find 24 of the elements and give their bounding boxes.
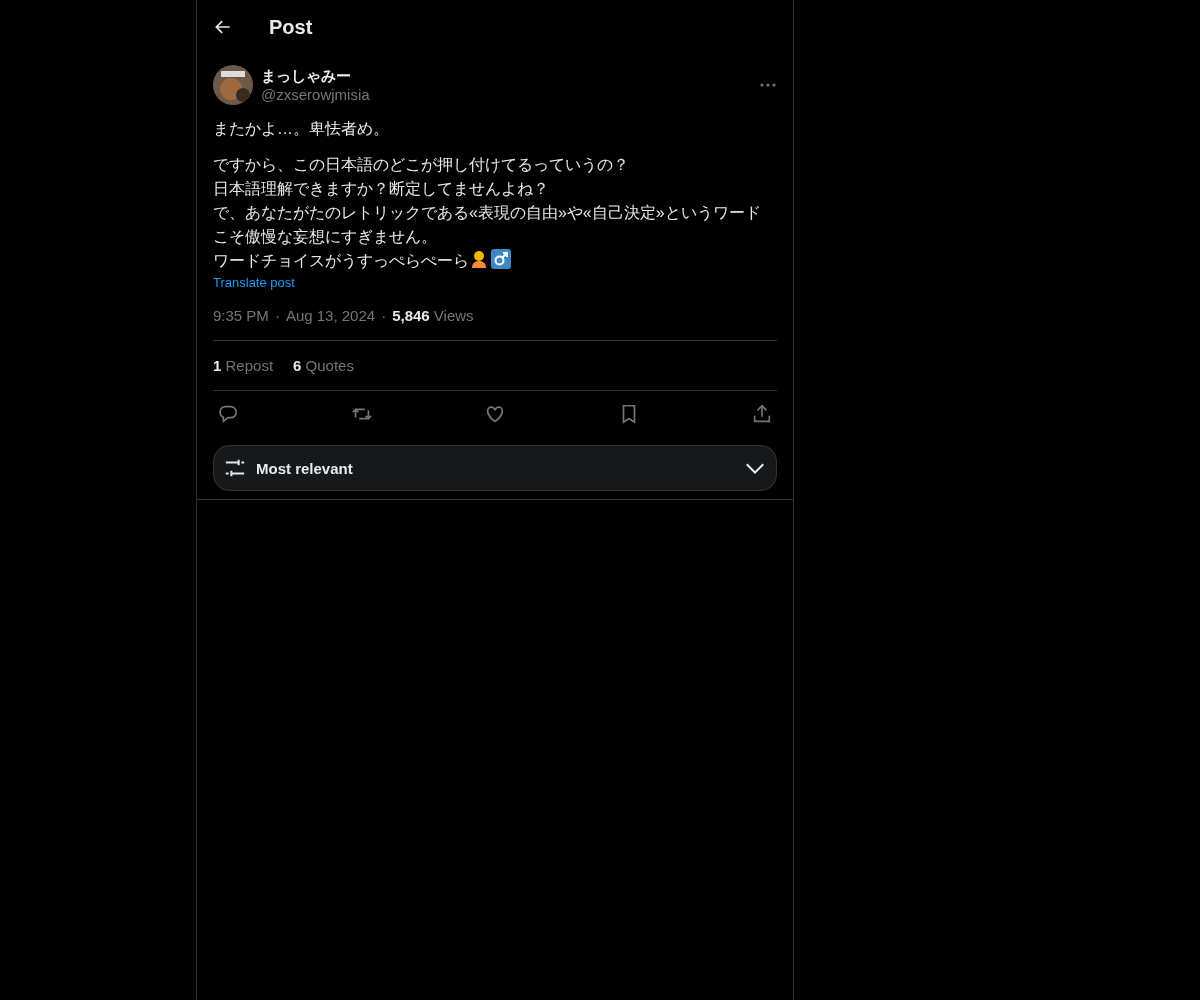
post-time[interactable]: 9:35 PM bbox=[213, 307, 269, 324]
post-text: 日本語理解できますか？断定してませんよね？ bbox=[213, 179, 550, 199]
post-text: で、あなたがたのレトリックである«表現の自由»や«自己決定»というワードこそ傲慢な妄想にすぎません。 bbox=[213, 203, 762, 247]
post-date[interactable]: Aug 13, 2024 bbox=[285, 307, 376, 324]
avatar[interactable] bbox=[213, 65, 253, 105]
speech-bubble-icon[interactable] bbox=[217, 403, 239, 425]
heart-icon[interactable] bbox=[484, 403, 506, 425]
page-title: Post bbox=[269, 15, 313, 39]
post-text: ワードチョイスがうすっぺらぺーら bbox=[213, 249, 773, 273]
separator-dot: · bbox=[274, 307, 280, 324]
translate-link[interactable]: Translate post bbox=[213, 275, 295, 290]
person-emoji-icon bbox=[469, 249, 489, 269]
share-icon[interactable] bbox=[751, 403, 773, 425]
author-name[interactable]: まっしゃみー bbox=[261, 67, 751, 86]
view-count: 5,846 Views bbox=[392, 307, 474, 324]
stat-link[interactable]: 1 Repost bbox=[213, 357, 274, 374]
author-handle[interactable]: @zxserowjmisia bbox=[261, 86, 751, 103]
stat-link[interactable]: 6 Quotes bbox=[293, 357, 354, 374]
sliders-icon bbox=[224, 457, 246, 479]
sort-dropdown[interactable]: Most relevant bbox=[213, 445, 777, 491]
post-text: ですから、この日本語のどこが押し付けてるっていうの？ bbox=[213, 155, 630, 175]
separator-dot: · bbox=[381, 307, 387, 324]
male-sign-icon bbox=[491, 249, 511, 269]
post-text: またかよ…。卑怯者め。 bbox=[213, 119, 390, 139]
